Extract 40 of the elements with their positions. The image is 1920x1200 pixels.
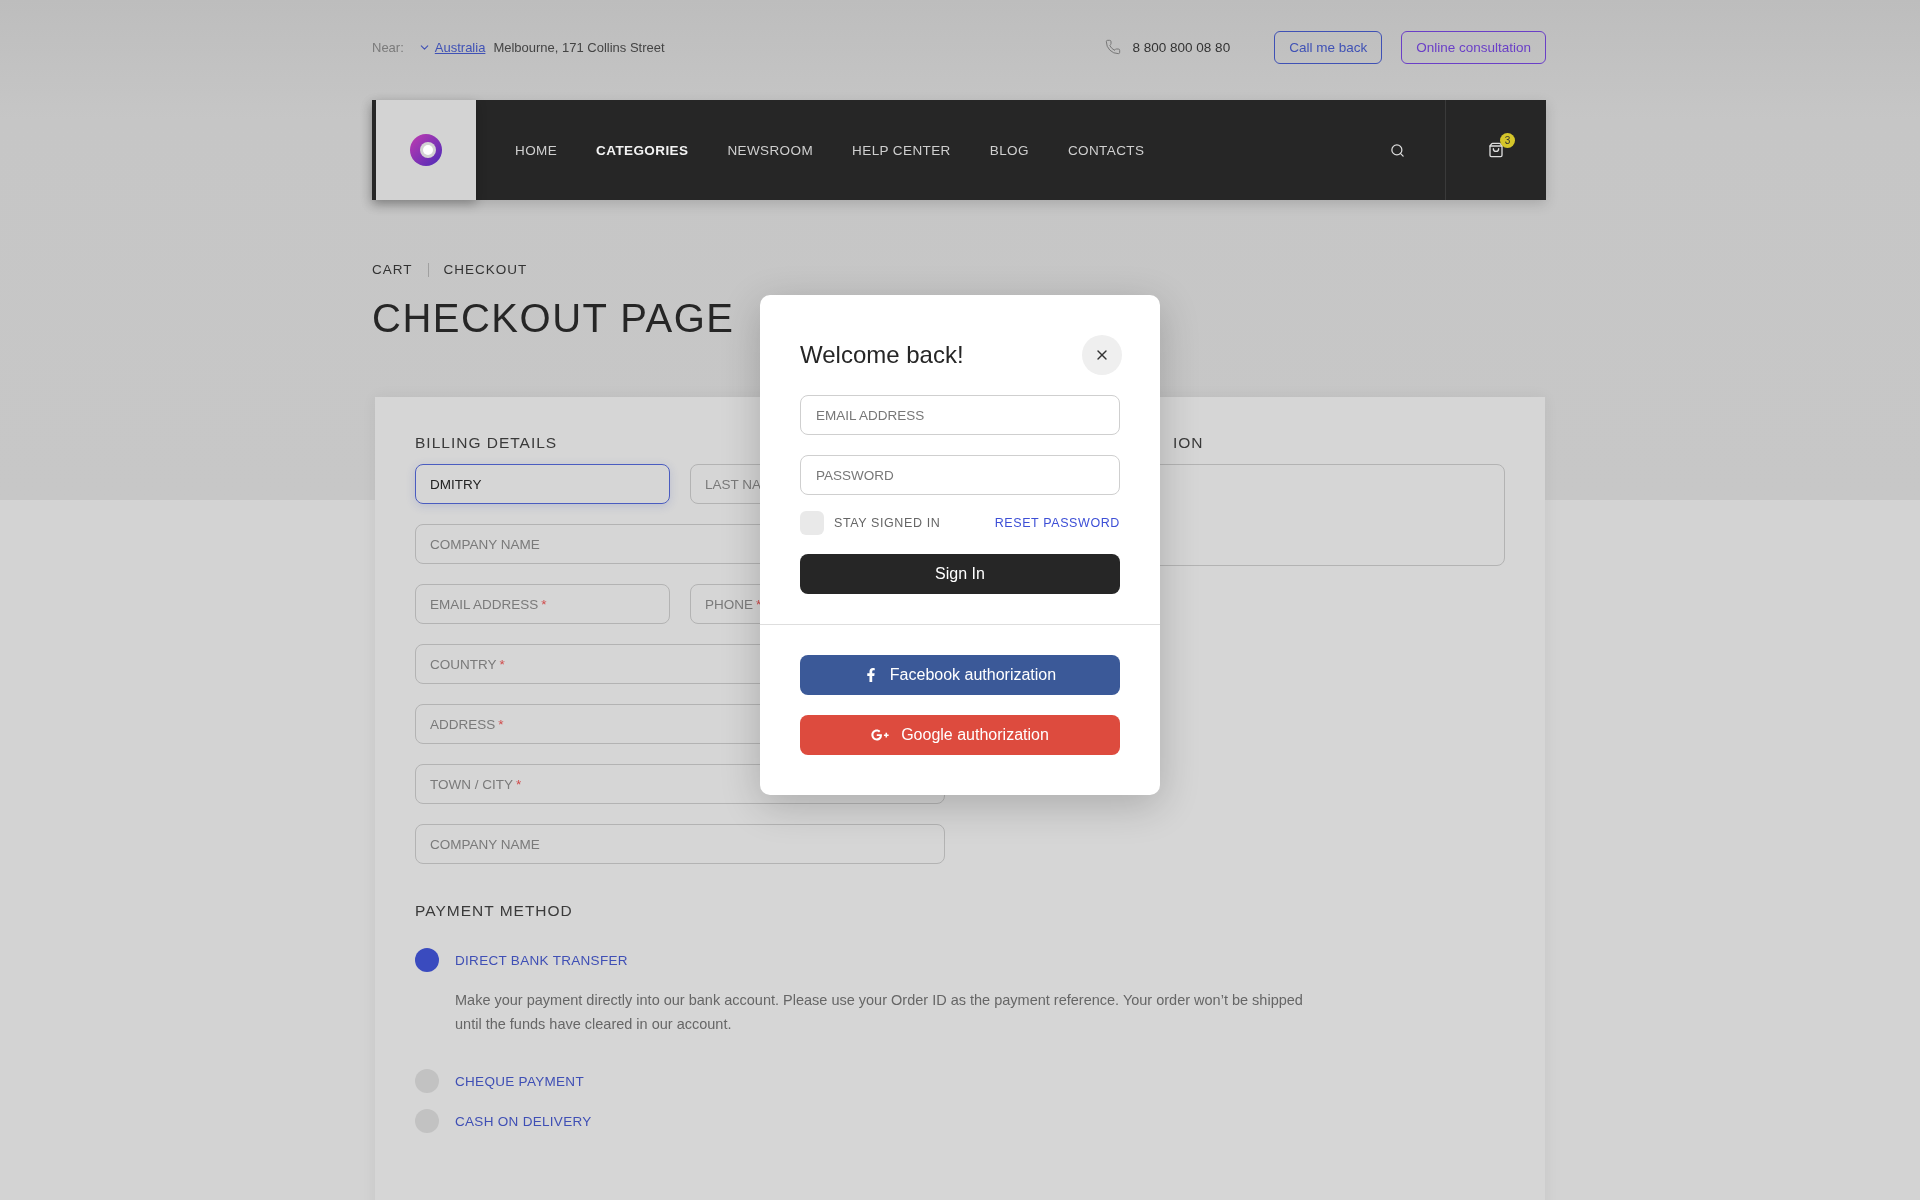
radio-button[interactable]: [415, 948, 439, 972]
facebook-button[interactable]: Facebook authorization: [800, 655, 1120, 695]
shopping-bag-icon[interactable]: [1488, 142, 1504, 158]
logo-icon: [409, 133, 443, 167]
sign-in-button[interactable]: Sign In: [800, 554, 1120, 594]
logo-tile[interactable]: [372, 100, 476, 200]
breadcrumb-link[interactable]: CART: [372, 262, 413, 277]
breadcrumb-link[interactable]: CHECKOUT: [443, 262, 528, 277]
nav-link[interactable]: CATEGORIES: [596, 142, 689, 158]
nav-link[interactable]: HOME: [515, 142, 558, 158]
reset-password-link[interactable]: RESET PASSWORD: [994, 516, 1120, 530]
text-field[interactable]: EMAIL ADDRESS *: [415, 584, 670, 624]
search-icon[interactable]: [1389, 142, 1405, 158]
text-field[interactable]: COMPANY NAME: [415, 824, 945, 864]
page-title: CHECKOUT PAGE: [372, 295, 736, 342]
password-field[interactable]: PASSWORD: [800, 455, 1120, 495]
google-button[interactable]: Google authorization: [800, 715, 1120, 755]
nav-link[interactable]: BLOG: [989, 142, 1029, 158]
phone-number: 8 800 800 08 80: [1132, 39, 1231, 55]
nav-link[interactable]: HELP CENTER: [852, 142, 951, 158]
payment-option-label[interactable]: CHEQUE PAYMENT: [455, 1073, 584, 1089]
close-button[interactable]: [1082, 335, 1122, 375]
nav-link[interactable]: NEWSROOM: [727, 142, 814, 158]
cart-count-badge: 3: [1500, 133, 1515, 148]
text-field[interactable]: DMITRY: [415, 464, 670, 504]
country-link[interactable]: Australia: [434, 39, 486, 55]
phone-icon: [1104, 39, 1121, 55]
near-label: Near:: [372, 39, 404, 55]
section-heading: PAYMENT METHOD: [415, 902, 574, 920]
store-address: Melbourne, 171 Collins Street: [493, 39, 665, 55]
outline-button[interactable]: Call me back: [1274, 30, 1383, 64]
section-heading: BILLING DETAILS: [415, 434, 559, 452]
outline-button[interactable]: Online consultation: [1401, 30, 1546, 64]
dialog-title: Welcome back!: [800, 341, 964, 369]
payment-description: Make your payment directly into our bank account. Please use your Order ID as the payment reference. Your order won’t be shipped until the funds have cleared in our account.: [455, 991, 1304, 1034]
payment-option-label[interactable]: CASH ON DELIVERY: [455, 1113, 592, 1129]
nav-link[interactable]: CONTACTS: [1067, 142, 1145, 158]
email-field[interactable]: EMAIL ADDRESS: [800, 395, 1120, 435]
section-heading: ION: [1173, 434, 1204, 451]
payment-option-label[interactable]: DIRECT BANK TRANSFER: [455, 952, 628, 968]
